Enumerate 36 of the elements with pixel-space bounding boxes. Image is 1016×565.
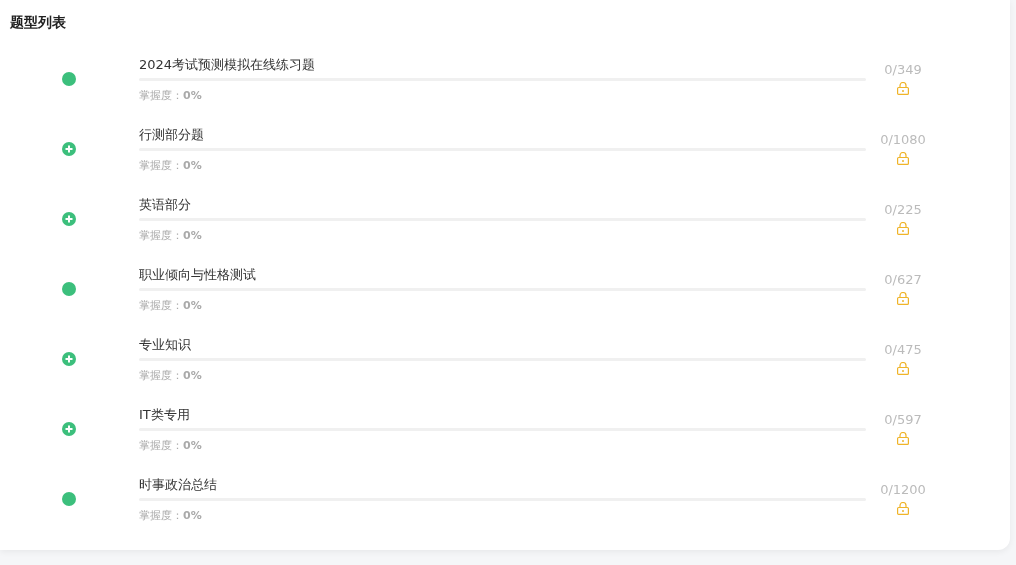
category-name[interactable]: 行测部分题 — [139, 126, 867, 144]
question-count: 0/1080 — [880, 132, 926, 148]
lock-icon[interactable] — [897, 502, 909, 515]
mastery-text: 掌握度：0% — [139, 89, 203, 103]
status-dot-icon — [62, 282, 76, 296]
category-name[interactable]: 英语部分 — [139, 196, 867, 214]
category-name[interactable]: 专业知识 — [139, 336, 867, 354]
mastery-text: 掌握度：0% — [139, 509, 203, 523]
question-count: 0/627 — [884, 272, 922, 288]
question-count: 0/597 — [884, 412, 922, 428]
expand-icon[interactable] — [62, 352, 76, 366]
category-name[interactable]: 时事政治总结 — [139, 476, 867, 494]
category-name[interactable]: IT类专用 — [139, 406, 867, 424]
lock-icon[interactable] — [897, 292, 909, 305]
expand-icon[interactable] — [62, 422, 76, 436]
status-dot-icon — [62, 492, 76, 506]
expand-icon[interactable] — [62, 212, 76, 226]
lock-icon[interactable] — [897, 82, 909, 95]
mastery-text: 掌握度：0% — [139, 229, 203, 243]
mastery-text: 掌握度：0% — [139, 159, 203, 173]
mastery-text: 掌握度：0% — [139, 439, 203, 453]
question-count: 0/225 — [884, 202, 922, 218]
question-count: 0/475 — [884, 342, 922, 358]
question-count: 0/1200 — [880, 482, 926, 498]
status-dot-icon — [62, 72, 76, 86]
category-name[interactable]: 2024考试预测模拟在线练习题 — [139, 56, 867, 74]
section-title: 题型列表 — [9, 13, 67, 32]
lock-icon[interactable] — [897, 152, 909, 165]
lock-icon[interactable] — [897, 222, 909, 235]
expand-icon[interactable] — [62, 142, 76, 156]
lock-icon[interactable] — [897, 362, 909, 375]
mastery-text: 掌握度：0% — [139, 299, 203, 313]
category-name[interactable]: 职业倾向与性格测试 — [139, 266, 867, 284]
mastery-text: 掌握度：0% — [139, 369, 203, 383]
question-count: 0/349 — [884, 62, 922, 78]
lock-icon[interactable] — [897, 432, 909, 445]
